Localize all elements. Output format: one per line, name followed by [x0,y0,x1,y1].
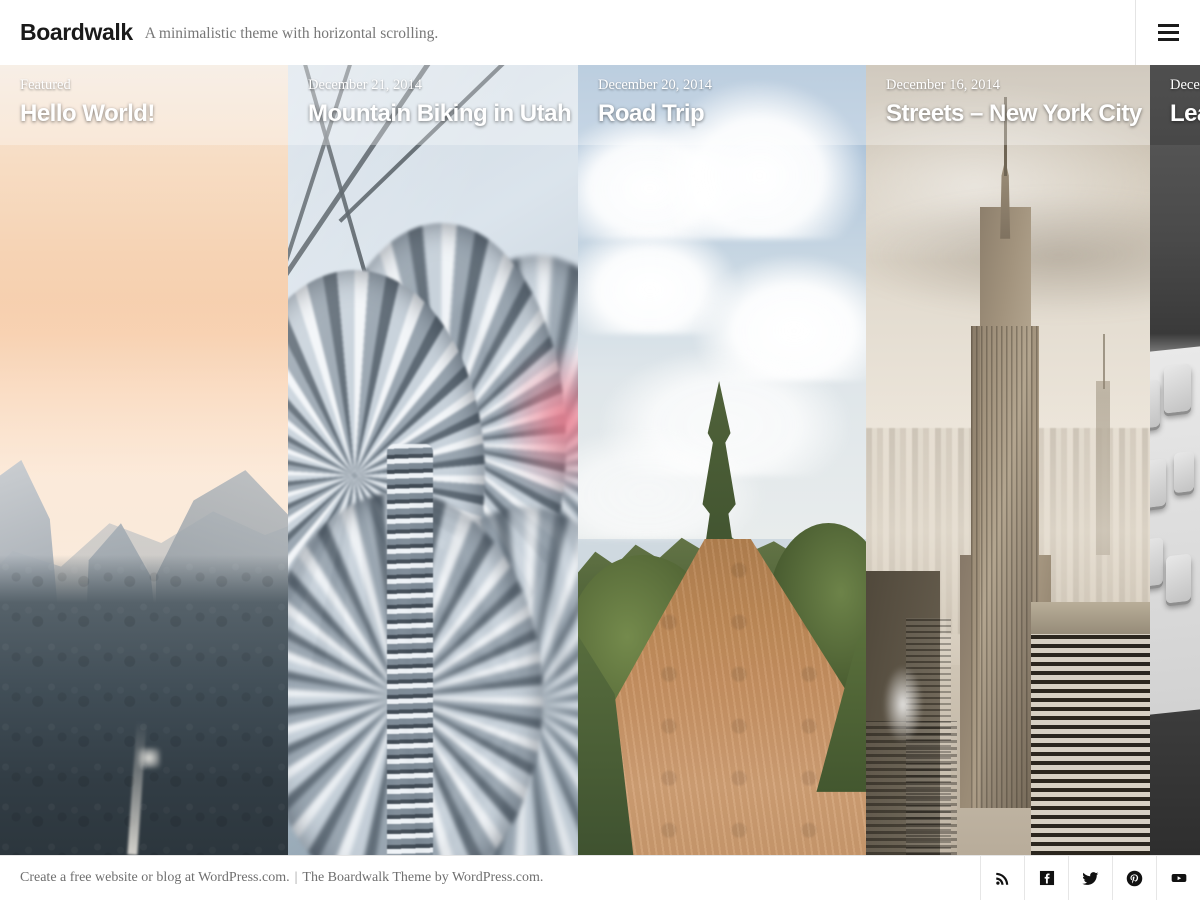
post-featured-image [288,65,578,855]
post-featured-image [866,65,1150,855]
post-featured-image [578,65,866,855]
site-header: Boardwalk A minimalistic theme with hori… [0,0,1200,65]
post-featured-image [1150,65,1200,855]
theme-credit-link[interactable]: The Boardwalk Theme by WordPress.com. [302,870,543,886]
footer-credit: Create a free website or blog at WordPre… [20,856,543,900]
rss-icon[interactable] [980,856,1024,900]
post-title[interactable]: Streets – New York City [886,100,1130,128]
hamburger-icon[interactable] [1152,16,1184,48]
site-title[interactable]: Boardwalk [20,21,133,44]
post-title[interactable]: Hello World! [20,100,268,128]
post-featured-image [0,65,288,855]
site-branding: Boardwalk A minimalistic theme with hori… [20,0,438,65]
hamburger-bar-3 [1158,38,1179,41]
wordpress-credit-link[interactable]: Create a free website or blog at WordPre… [20,870,290,886]
hamburger-bar-1 [1158,24,1179,27]
post-card[interactable]: December 15, 2014 Lea… [1150,65,1200,855]
post-overlay: Featured Hello World! [0,65,288,145]
post-card[interactable]: Featured Hello World! [0,65,288,855]
post-title[interactable]: Mountain Biking in Utah [308,100,558,128]
post-overlay: December 20, 2014 Road Trip [578,65,866,145]
post-meta: December 15, 2014 [1170,77,1180,94]
post-overlay: December 21, 2014 Mountain Biking in Uta… [288,65,578,145]
page-root: Boardwalk A minimalistic theme with hori… [0,0,1200,900]
site-footer: Create a free website or blog at WordPre… [0,855,1200,900]
post-meta: Featured [20,77,268,94]
post-meta: December 20, 2014 [598,77,846,94]
hamburger-bar-2 [1158,31,1179,34]
post-meta: December 16, 2014 [886,77,1130,94]
post-card[interactable]: December 20, 2014 Road Trip [578,65,866,855]
footer-separator: | [290,870,303,886]
pinterest-icon[interactable] [1112,856,1156,900]
post-title[interactable]: Lea… [1170,100,1180,128]
post-card[interactable]: December 16, 2014 Streets – New York Cit… [866,65,1150,855]
facebook-icon[interactable] [1024,856,1068,900]
social-links-nav [980,856,1200,900]
post-meta: December 21, 2014 [308,77,558,94]
post-card[interactable]: December 21, 2014 Mountain Biking in Uta… [288,65,578,855]
post-overlay: December 15, 2014 Lea… [1150,65,1200,145]
posts-horizontal-strip[interactable]: Featured Hello World! D [0,65,1200,855]
post-title[interactable]: Road Trip [598,100,846,128]
youtube-icon[interactable] [1156,856,1200,900]
header-divider [1135,0,1136,65]
post-overlay: December 16, 2014 Streets – New York Cit… [866,65,1150,145]
twitter-icon[interactable] [1068,856,1112,900]
site-description: A minimalistic theme with horizontal scr… [145,24,439,42]
